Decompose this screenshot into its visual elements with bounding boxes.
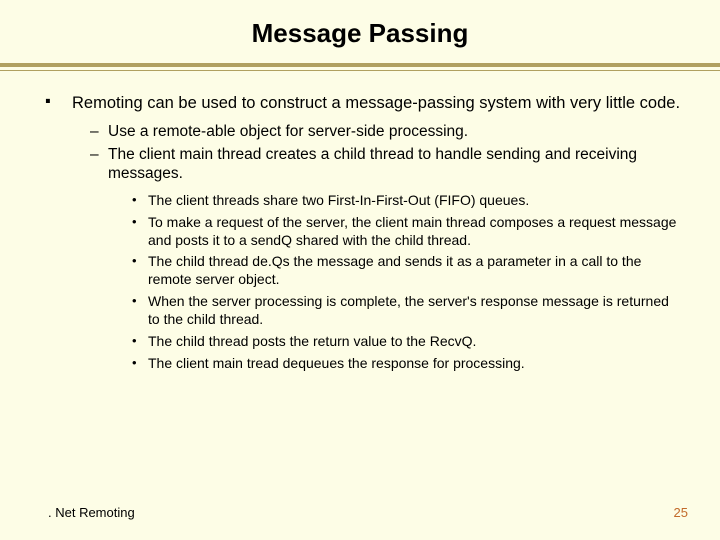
bullet-l3: The client threads share two First-In-Fi… (132, 192, 684, 210)
bullet-l2: The client main thread creates a child t… (90, 145, 684, 373)
bullet-l2-text: Use a remote-able object for server-side… (108, 123, 468, 140)
bullet-l3-text: When the server processing is complete, … (148, 293, 669, 327)
slide-content: Remoting can be used to construct a mess… (0, 93, 720, 373)
bullet-l3-text: The client main tread dequeues the respo… (148, 355, 525, 371)
bullet-l3: The client main tread dequeues the respo… (132, 355, 684, 373)
bullet-l3-text: The child thread de.Qs the message and s… (148, 253, 641, 287)
bullet-l3-text: The client threads share two First-In-Fi… (148, 192, 529, 208)
bullet-l3: To make a request of the server, the cli… (132, 214, 684, 250)
slide-footer: . Net Remoting 25 (0, 505, 720, 520)
bullet-l2: Use a remote-able object for server-side… (90, 122, 684, 141)
bullet-l3-text: To make a request of the server, the cli… (148, 214, 676, 248)
bullet-l3: The child thread de.Qs the message and s… (132, 253, 684, 289)
slide-title: Message Passing (0, 0, 720, 63)
bullet-l1: Remoting can be used to construct a mess… (40, 93, 684, 373)
bullet-l3: When the server processing is complete, … (132, 293, 684, 329)
bullet-l3: The child thread posts the return value … (132, 333, 684, 351)
title-divider (0, 63, 720, 71)
slide-number: 25 (674, 505, 688, 520)
bullet-l2-text: The client main thread creates a child t… (108, 146, 637, 182)
footer-left: . Net Remoting (48, 505, 135, 520)
bullet-l3-text: The child thread posts the return value … (148, 333, 476, 349)
bullet-l1-text: Remoting can be used to construct a mess… (72, 94, 680, 112)
